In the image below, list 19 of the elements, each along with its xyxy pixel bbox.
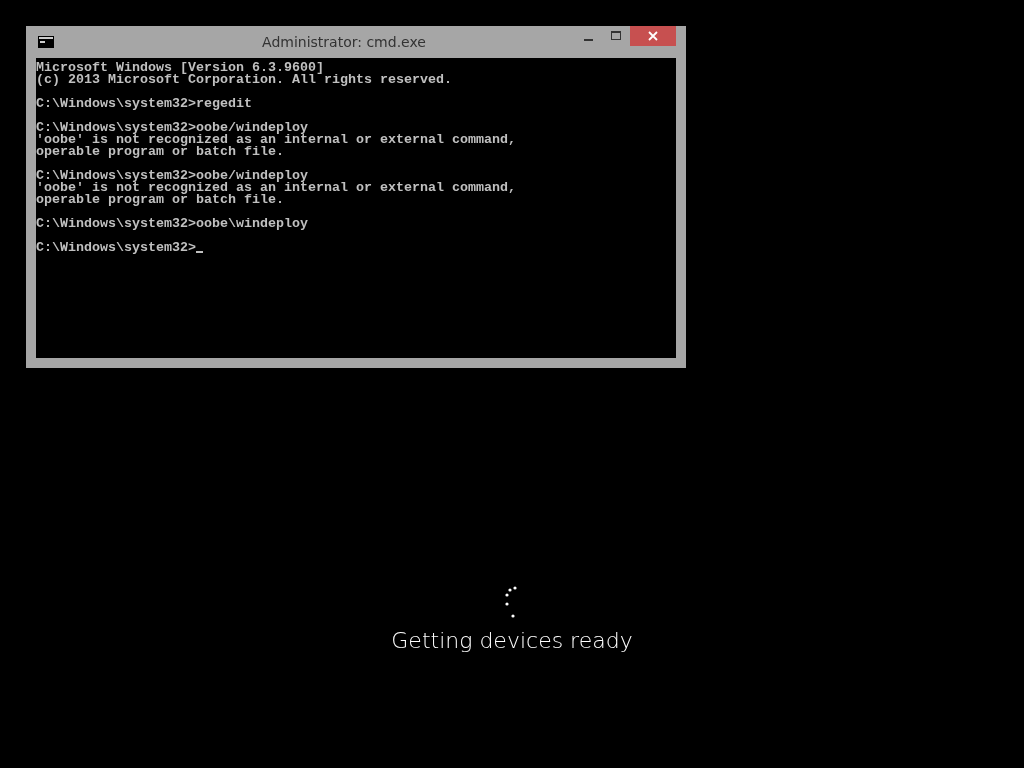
console-line: 'oobe' is not recognized as an internal or external command, bbox=[36, 182, 516, 194]
status-message: Getting devices ready bbox=[391, 628, 633, 653]
console-line: C:\Windows\system32>oobe/windeploy bbox=[36, 170, 308, 182]
minimize-icon bbox=[583, 38, 593, 41]
console-line: operable program or batch file. bbox=[36, 194, 284, 206]
loading-spinner-icon bbox=[505, 586, 519, 618]
maximize-icon bbox=[611, 31, 621, 41]
console-line: operable program or batch file. bbox=[36, 146, 284, 158]
window-title: Administrator: cmd.exe bbox=[261, 34, 427, 50]
console-line: C:\Windows\system32>oobe/windeploy bbox=[36, 122, 308, 134]
console-line: C:\Windows\system32>oobe\windeploy bbox=[36, 218, 308, 230]
console-line: 'oobe' is not recognized as an internal or external command, bbox=[36, 134, 516, 146]
console-line: C:\Windows\system32> bbox=[36, 242, 196, 254]
console-line: C:\Windows\system32>regedit bbox=[36, 98, 252, 110]
console-icon bbox=[38, 36, 54, 48]
console-line: (c) 2013 Microsoft Corporation. All rights reserved. bbox=[36, 74, 452, 86]
close-icon bbox=[648, 31, 658, 41]
close-button[interactable] bbox=[630, 26, 676, 46]
console-line: Microsoft Windows [Version 6.3.9600] bbox=[36, 62, 324, 74]
